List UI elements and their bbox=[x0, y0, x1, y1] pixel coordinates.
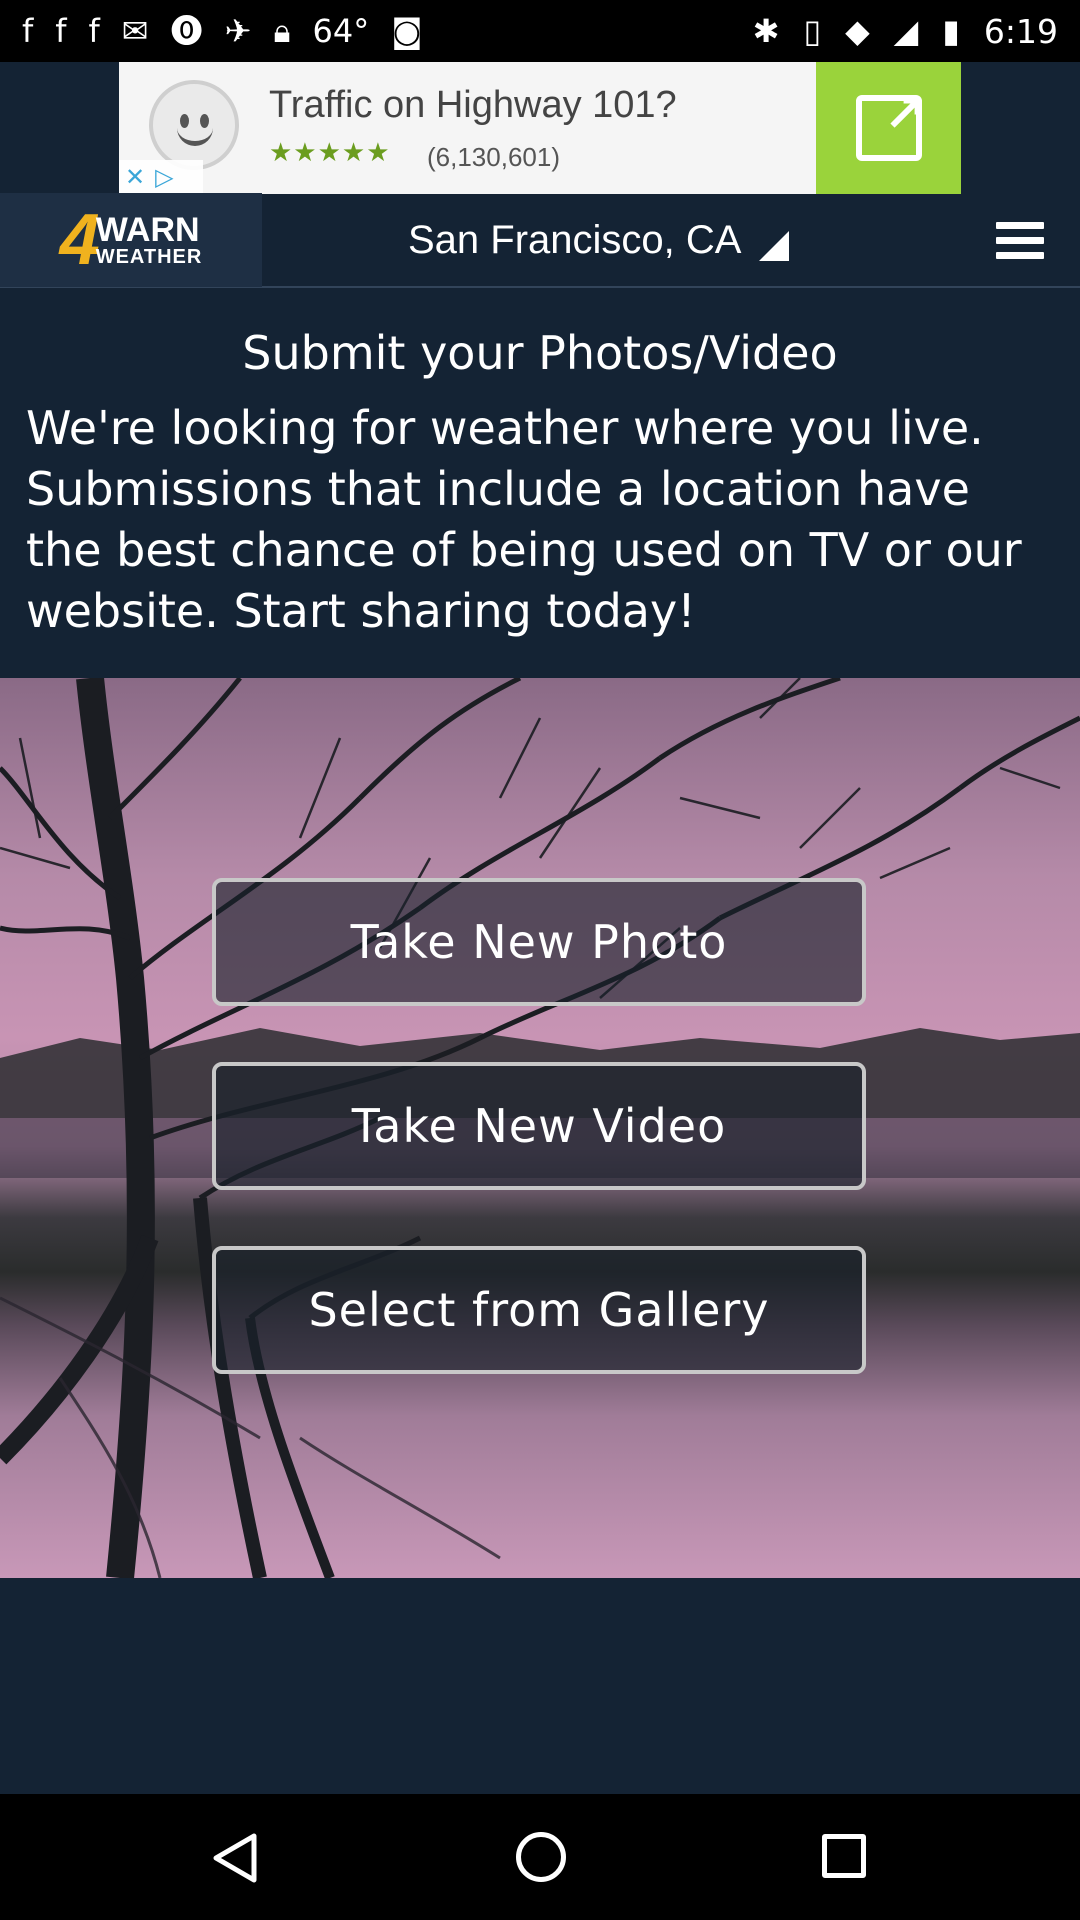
system-icons: ✱ ▯ ◆ ◢ ▮ 6:19 bbox=[753, 12, 1058, 51]
ad-rating-count: (6,130,601) bbox=[427, 142, 560, 172]
close-icon[interactable]: ✕ bbox=[125, 163, 145, 191]
take-new-photo-button[interactable]: Take New Photo bbox=[212, 878, 866, 1006]
background-photo: Take New Photo Take New Video Select fro… bbox=[0, 678, 1080, 1578]
battery-icon: ▮ bbox=[942, 12, 960, 50]
take-new-video-button[interactable]: Take New Video bbox=[212, 1062, 866, 1190]
submit-intro: Submit your Photos/Video We're looking f… bbox=[0, 288, 1080, 678]
facebook-icon: f bbox=[88, 12, 100, 50]
page-title: Submit your Photos/Video bbox=[242, 326, 838, 380]
vibrate-icon: ▯ bbox=[803, 12, 822, 50]
ad-banner[interactable]: Traffic on Highway 101? ★★★★★ (6,130,601… bbox=[119, 62, 961, 194]
location-label: San Francisco, CA bbox=[408, 217, 742, 262]
facebook-icon: f bbox=[55, 12, 67, 50]
hamburger-menu-icon[interactable] bbox=[996, 221, 1044, 259]
satellite-icon: ✈ bbox=[224, 12, 252, 50]
temperature-text: 64° bbox=[312, 12, 370, 50]
dropdown-triangle-icon bbox=[759, 230, 790, 261]
logo: 4 WARN WEATHER bbox=[0, 193, 262, 287]
empty-area bbox=[0, 1578, 1080, 1794]
system-nav-bar bbox=[0, 1794, 1080, 1920]
clock: 6:19 bbox=[983, 11, 1058, 51]
ad-rating-stars: ★★★★★ bbox=[269, 138, 391, 168]
external-link-icon: ↗ bbox=[855, 85, 926, 161]
wifi-icon: ◆ bbox=[845, 12, 870, 50]
ad-open-button[interactable]: ↗ bbox=[816, 62, 961, 194]
facebook-icon: f bbox=[22, 12, 34, 50]
recent-apps-icon[interactable] bbox=[822, 1834, 866, 1878]
ad-banner-area: Traffic on Highway 101? ★★★★★ (6,130,601… bbox=[0, 62, 1080, 194]
waze-icon bbox=[149, 80, 239, 170]
notification-icons: f f f ✉ ⓿ ✈ 🔒︎ 64° ◙ bbox=[22, 15, 422, 47]
status-bar: f f f ✉ ⓿ ✈ 🔒︎ 64° ◙ ✱ ▯ ◆ ◢ ▮ 6:19 bbox=[0, 0, 1080, 62]
cat-icon: ◙ bbox=[391, 12, 423, 50]
home-icon[interactable] bbox=[516, 1832, 566, 1882]
ad-choices[interactable]: ✕ ▷ bbox=[119, 160, 203, 194]
location-selector[interactable]: San Francisco, CA bbox=[408, 217, 790, 263]
app-header: 4 WARN WEATHER San Francisco, CA bbox=[0, 193, 1080, 288]
select-from-gallery-button[interactable]: Select from Gallery bbox=[212, 1246, 866, 1374]
mail-icon: ✉ bbox=[121, 12, 149, 50]
pinterest-icon: ⓿ bbox=[170, 12, 203, 50]
ad-title: Traffic on Highway 101? bbox=[269, 84, 677, 126]
bluetooth-icon: ✱ bbox=[752, 12, 780, 50]
signal-icon: ◢ bbox=[893, 12, 919, 50]
back-icon[interactable] bbox=[210, 1832, 260, 1884]
lock-icon: 🔒︎ bbox=[273, 12, 291, 50]
intro-description: We're looking for weather where you live… bbox=[26, 401, 1022, 638]
ad-choices-icon[interactable]: ▷ bbox=[155, 163, 173, 191]
